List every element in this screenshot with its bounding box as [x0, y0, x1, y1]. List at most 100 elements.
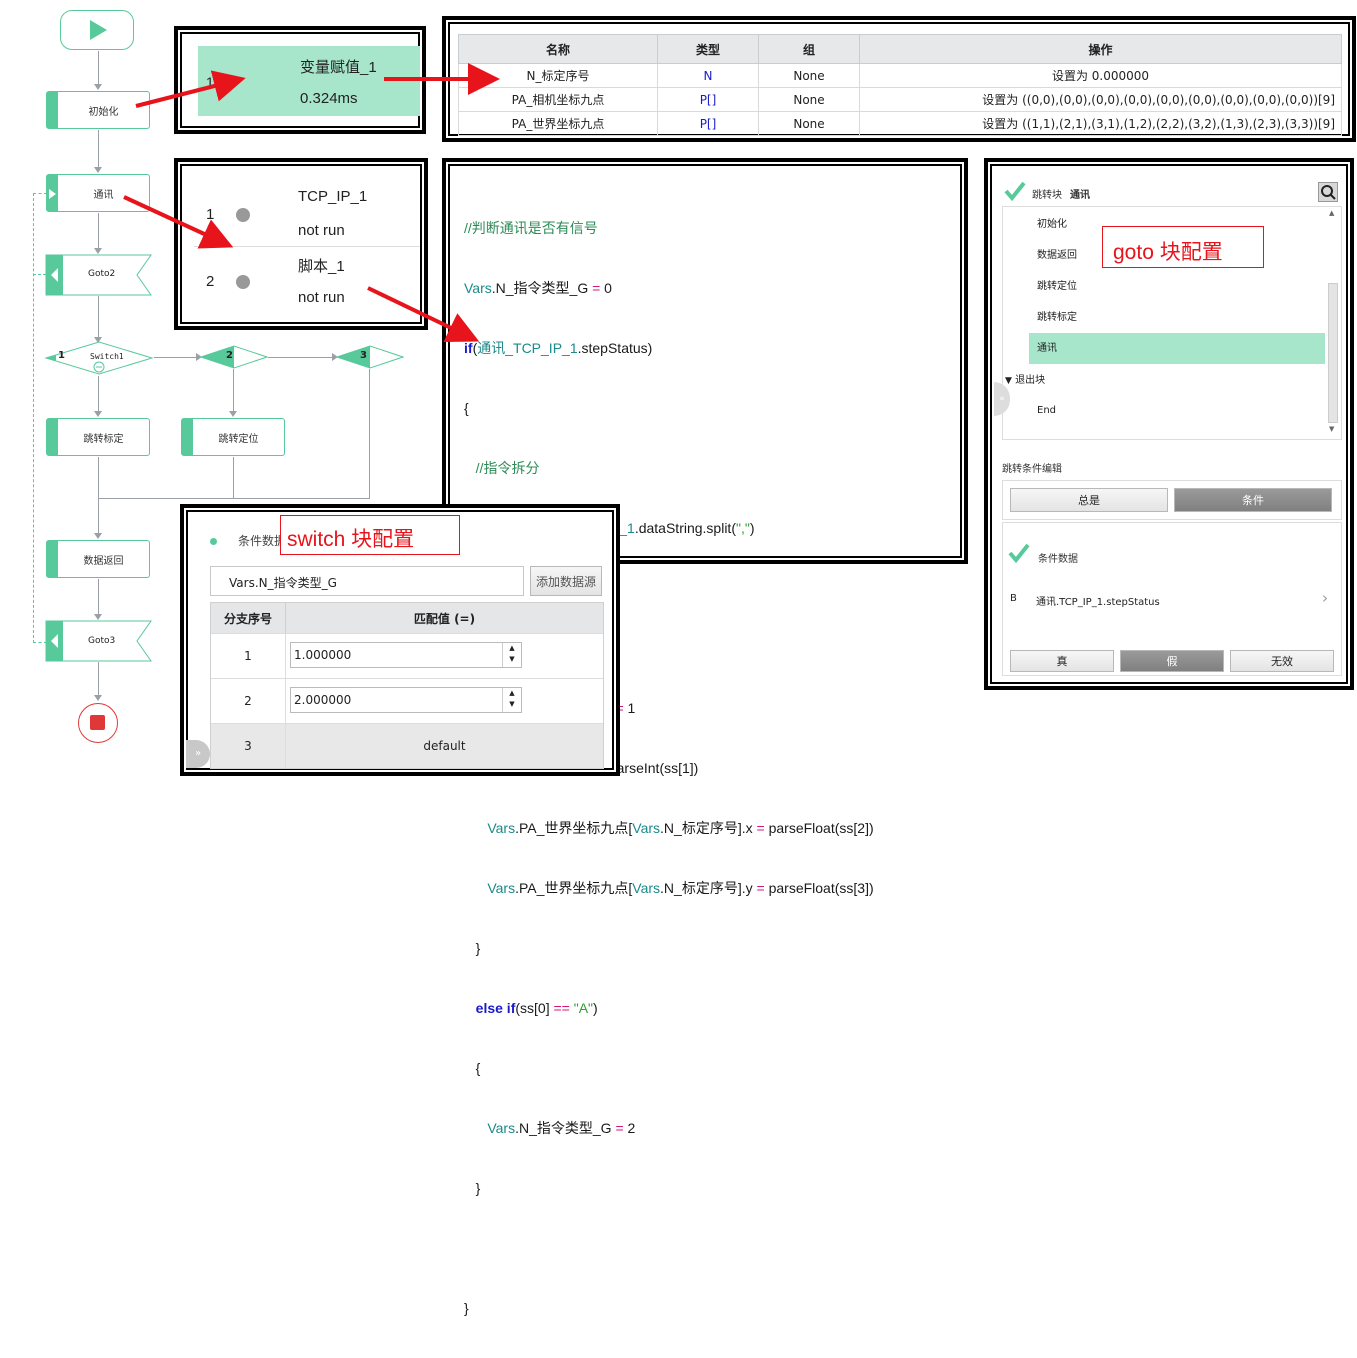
list-item-label: 跳转标定	[1037, 312, 1077, 323]
switch-label: Switch1	[90, 352, 124, 361]
var-assign-row[interactable]: 1 变量赋值_1 0.324ms	[198, 46, 420, 116]
flow-node-label: Goto2	[88, 269, 116, 279]
branch-table: 分支序号 匹配值 (=) 1 1.000000 ▲ ▼ 2 2.000000 ▲ ▼…	[210, 602, 604, 769]
cond-edit-label: 跳转条件编辑	[1002, 464, 1062, 475]
stepper-arrows[interactable]: ▲ ▼	[502, 643, 521, 667]
cell-op: 设置为 ((0,0),(0,0),(0,0),(0,0),(0,0),(0,0)…	[859, 87, 1342, 112]
flow-node-label: 初始化	[88, 106, 119, 118]
stop-icon	[90, 715, 105, 730]
condition-button[interactable]: 条件	[1174, 488, 1332, 512]
col-match: 匹配值 (=)	[413, 611, 476, 626]
switch-annotation: switch 块配置	[280, 515, 460, 555]
table-row[interactable]: 1 1.000000 ▲ ▼	[211, 633, 603, 678]
flow-node-jump-locate[interactable]: 跳转定位	[181, 418, 285, 456]
stop-node[interactable]	[78, 703, 118, 743]
tree-group-exit[interactable]: ▼ 退出块	[1005, 365, 1045, 397]
cell-index: 2	[211, 679, 286, 723]
list-item-selected[interactable]: 通讯	[1029, 333, 1325, 364]
button-label: 无效	[1271, 655, 1293, 668]
flow-node-label: 跳转定位	[218, 433, 259, 445]
code-line: }	[464, 940, 481, 956]
list-item[interactable]: 跳转标定	[1029, 302, 1325, 333]
table-row[interactable]: PA_世界坐标九点 P[] None 设置为 ((1,1),(2,1),(3,1…	[458, 111, 1342, 136]
flow-node-comm[interactable]: 通讯	[46, 174, 150, 212]
cell-name: PA_世界坐标九点	[458, 111, 658, 136]
goto-panel: 跳转块 通讯 初始化 数据返回 跳转定位 跳转标定 通讯 ▼ 退出块 End ▲…	[984, 158, 1354, 690]
flow-node-branch3[interactable]	[336, 345, 404, 369]
item-name: TCP_IP_1	[298, 188, 368, 205]
always-button[interactable]: 总是	[1010, 488, 1168, 512]
stepper-value: 1.000000	[294, 648, 352, 662]
cell-type: P[]	[657, 111, 759, 136]
branch-label-1: 1	[58, 350, 65, 361]
col-op: 操作	[859, 34, 1342, 64]
code-line: else if(ss[0] == "A")	[475, 1000, 598, 1016]
flow-node-init[interactable]: 初始化	[46, 91, 150, 129]
table-row[interactable]: 2 2.000000 ▲ ▼	[211, 678, 603, 723]
var-assign-index: 1	[206, 74, 214, 90]
var-assign-panel: 1 变量赋值_1 0.324ms	[174, 26, 426, 134]
false-button[interactable]: 假	[1120, 650, 1224, 672]
annotation-text: switch 块配置	[287, 528, 415, 551]
table-row[interactable]: PA_相机坐标九点 P[] None 设置为 ((0,0),(0,0),(0,0…	[458, 87, 1342, 112]
stepper-arrows[interactable]: ▲ ▼	[502, 688, 521, 712]
cond-data-row[interactable]: B 通讯.TCP_IP_1.stepStatus ›	[1006, 588, 1336, 610]
code-line: }	[464, 1180, 481, 1196]
scroll-down-icon[interactable]: ▼	[1329, 425, 1334, 433]
button-label: 条件	[1242, 494, 1264, 507]
true-button[interactable]: 真	[1010, 650, 1114, 672]
table-row[interactable]: 3 default	[211, 723, 603, 768]
flow-node-jump-calib[interactable]: 跳转标定	[46, 418, 150, 456]
item-status: not run	[298, 222, 345, 239]
item-index: 2	[206, 273, 215, 290]
flow-node-label: 跳转标定	[83, 433, 124, 445]
play-small-icon	[49, 189, 56, 199]
add-source-button[interactable]: 添加数据源	[530, 566, 602, 596]
cell-name: PA_相机坐标九点	[458, 87, 658, 112]
list-item-label: 通讯	[1037, 343, 1057, 354]
scroll-up-icon[interactable]: ▲	[1329, 209, 1334, 217]
goto-annotation: goto 块配置	[1102, 226, 1264, 268]
branch-label-2: 2	[226, 350, 233, 361]
group-label: 退出块	[1015, 375, 1046, 386]
switch-header: 条件数据	[238, 534, 287, 548]
cell-index: 3	[211, 724, 286, 768]
start-node[interactable]	[60, 10, 134, 50]
data-source-field[interactable]: Vars.N_指令类型_G	[210, 566, 524, 596]
scrollbar[interactable]: ▲ ▼	[1327, 209, 1339, 435]
flow-node-data-return[interactable]: 数据返回	[46, 540, 150, 578]
value-stepper[interactable]: 2.000000 ▲ ▼	[290, 687, 522, 713]
col-index: 分支序号	[211, 603, 286, 633]
list-item[interactable]: 2 脚本_1 not run	[194, 247, 420, 317]
button-label: 假	[1166, 655, 1178, 668]
col-type: 类型	[657, 34, 759, 64]
list-item[interactable]: End	[1029, 395, 1325, 426]
var-assign-name: 变量赋值_1	[300, 59, 377, 76]
annotation-text: goto 块配置	[1113, 241, 1223, 264]
goto-title-value: 通讯	[1070, 190, 1090, 201]
button-label: 真	[1056, 655, 1068, 668]
flow-node-label: 通讯	[93, 189, 114, 201]
check-icon	[1008, 543, 1030, 564]
cond-data-label: 条件数据	[1038, 554, 1078, 565]
code-line: Vars.N_指令类型_G = 0	[464, 280, 612, 296]
button-label: 添加数据源	[535, 574, 596, 589]
list-item[interactable]: 1 TCP_IP_1 not run	[194, 176, 420, 247]
invalid-button[interactable]: 无效	[1230, 650, 1334, 672]
cell-name: N_标定序号	[458, 63, 658, 88]
table-row[interactable]: N_标定序号 N None 设置为 0.000000	[458, 63, 1342, 88]
status-dot	[218, 74, 232, 88]
list-item[interactable]: 跳转定位	[1029, 271, 1325, 302]
branch-label-3: 3	[360, 350, 367, 361]
status-dot	[236, 275, 250, 289]
cell-type: P[]	[657, 87, 759, 112]
code-line: Vars.PA_世界坐标九点[Vars.N_标定序号].y = parseFlo…	[487, 880, 874, 896]
item-index: 1	[206, 206, 215, 223]
value-stepper[interactable]: 1.000000 ▲ ▼	[290, 642, 522, 668]
flow-node-branch2[interactable]	[200, 345, 268, 369]
search-button[interactable]	[1318, 182, 1338, 202]
cell-value: default	[423, 739, 466, 753]
status-dot	[236, 208, 250, 222]
flow-node-label: 数据返回	[83, 555, 124, 567]
